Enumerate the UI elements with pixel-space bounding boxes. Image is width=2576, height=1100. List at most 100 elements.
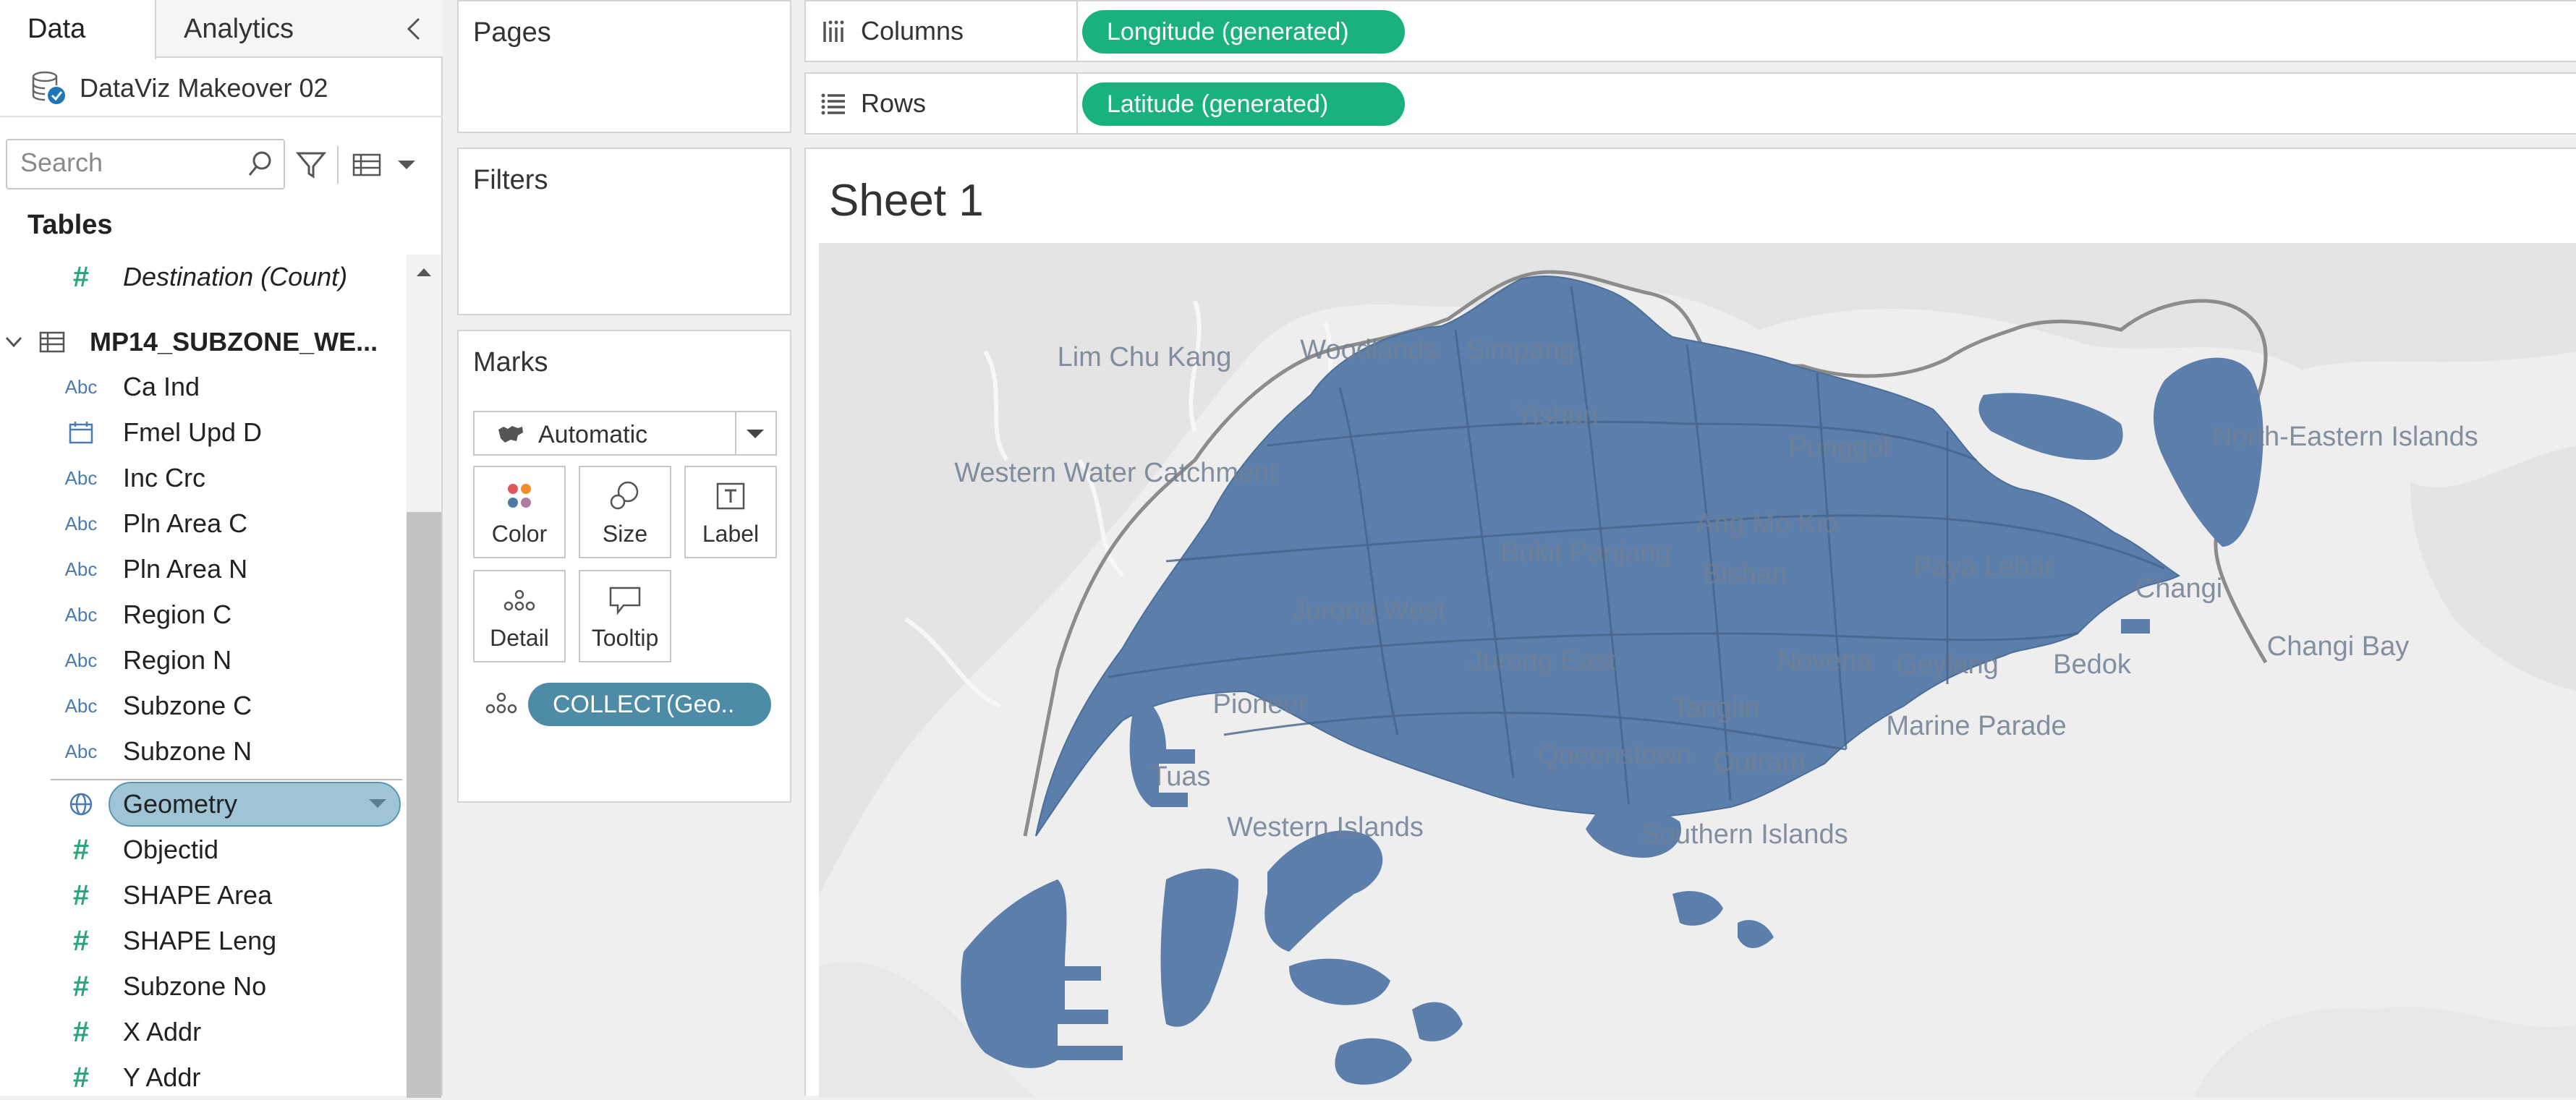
pages-shelf[interactable]: Pages xyxy=(457,0,791,133)
field-label: Fmel Upd D xyxy=(123,417,263,447)
toolbar-divider xyxy=(337,146,339,184)
field-objectid[interactable]: # Objectid xyxy=(0,827,405,872)
field-shape-leng[interactable]: # SHAPE Leng xyxy=(0,918,405,963)
collect-geometry-pill[interactable]: COLLECT(Geo.. xyxy=(528,683,771,726)
columns-icon xyxy=(823,20,844,42)
measure-number-icon: # xyxy=(72,970,90,1002)
map-label: Ang Mo Kio xyxy=(1696,508,1837,539)
scrollbar-thumb[interactable] xyxy=(407,512,441,1098)
detail-icon xyxy=(475,580,564,621)
label-label: Label xyxy=(702,521,760,547)
island-jurong-island xyxy=(1264,830,1383,952)
datasource-name: DataViz Makeover 02 xyxy=(80,73,328,103)
marks-size-button[interactable]: Size xyxy=(579,466,671,558)
filters-title: Filters xyxy=(473,165,548,195)
map-label: Bukit Panjang xyxy=(1501,537,1671,568)
measure-number-icon: # xyxy=(72,924,90,957)
field-geometry[interactable]: Geometry xyxy=(0,782,405,827)
marks-color-button[interactable]: Color xyxy=(473,466,566,558)
field-destination-count[interactable]: # Destination (Count) xyxy=(0,255,405,299)
collapse-pane-icon[interactable] xyxy=(392,0,435,58)
field-label: Region C xyxy=(123,600,232,629)
rows-icon xyxy=(821,93,845,115)
filter-icon[interactable] xyxy=(292,143,330,187)
string-type-icon: Abc xyxy=(64,740,98,762)
field-region-c[interactable]: Abc Region C xyxy=(0,592,405,637)
marks-card: Marks Automatic Color Size Label Detail xyxy=(457,330,791,803)
string-type-icon: Abc xyxy=(64,558,98,580)
field-inc-crc[interactable]: Abc Inc Crc xyxy=(0,456,405,500)
field-pln-area-n[interactable]: Abc Pln Area N xyxy=(0,547,405,592)
color-label: Color xyxy=(491,521,548,547)
tab-data[interactable]: Data xyxy=(0,0,156,59)
field-label: Region N xyxy=(123,645,232,675)
measure-number-icon: # xyxy=(72,1015,90,1048)
search-box[interactable] xyxy=(6,139,285,189)
map-label: Bishan xyxy=(1703,559,1787,589)
field-subzone-no[interactable]: # Subzone No xyxy=(0,964,405,1009)
datasource-row[interactable]: DataViz Makeover 02 xyxy=(0,61,443,117)
field-label: X Addr xyxy=(123,1017,202,1046)
field-subzone-c[interactable]: Abc Subzone C xyxy=(0,683,405,728)
measure-number-icon: # xyxy=(72,260,90,293)
shelf-divider xyxy=(1076,74,1078,135)
text-label-icon xyxy=(686,476,775,516)
filters-shelf[interactable]: Filters xyxy=(457,148,791,315)
map-label: Changi xyxy=(2135,574,2222,604)
map-mark-icon xyxy=(498,426,523,443)
table-header[interactable]: MP14_SUBZONE_WE... xyxy=(0,320,405,364)
columns-shelf[interactable]: Columns Longitude (generated) xyxy=(804,0,2576,62)
background-land-east xyxy=(2410,445,2576,691)
field-region-n[interactable]: Abc Region N xyxy=(0,638,405,683)
field-y-addr[interactable]: # Y Addr xyxy=(0,1055,405,1100)
mark-type-dropdown[interactable]: Automatic xyxy=(473,411,777,456)
island-pulau-ubin xyxy=(1978,393,2123,460)
field-subzone-n[interactable]: Abc Subzone N xyxy=(0,729,405,774)
map-label: Simpang xyxy=(1466,335,1575,365)
map-label: Outram xyxy=(1714,747,1806,777)
island-southern-3 xyxy=(1335,1038,1412,1085)
field-label: Objectid xyxy=(123,835,219,864)
sheet-title[interactable]: Sheet 1 xyxy=(829,175,984,226)
view-dropdown-icon[interactable] xyxy=(391,143,422,187)
data-pane: Data Analytics DataViz Makeover 02 Searc… xyxy=(0,0,443,1098)
island-pulau-tekong xyxy=(2154,357,2263,547)
map-canvas[interactable]: Lim Chu Kang Woodlands Simpang Yishun Pu… xyxy=(819,243,2576,1097)
view-list-icon[interactable] xyxy=(349,143,385,187)
field-x-addr[interactable]: # X Addr xyxy=(0,1010,405,1054)
background-land-south xyxy=(2193,1006,2576,1097)
field-shape-area[interactable]: # SHAPE Area xyxy=(0,873,405,918)
field-ca-ind[interactable]: Abc Ca Ind xyxy=(0,364,405,409)
string-type-icon: Abc xyxy=(64,375,98,398)
rows-shelf[interactable]: Rows Latitude (generated) xyxy=(804,72,2576,135)
field-label: Destination (Count) xyxy=(123,262,348,291)
map-label: Jurong West xyxy=(1292,595,1446,626)
longitude-pill[interactable]: Longitude (generated) xyxy=(1082,10,1405,54)
island-southern-4 xyxy=(1672,891,1723,926)
marks-tooltip-button[interactable]: Tooltip xyxy=(579,570,671,662)
map-label: Novena xyxy=(1777,646,1873,676)
island-southern-1 xyxy=(1289,958,1390,1005)
field-pln-area-c[interactable]: Abc Pln Area C xyxy=(0,501,405,546)
field-label: Pln Area N xyxy=(123,554,248,584)
field-label: Subzone No xyxy=(123,971,267,1001)
scroll-up-arrow-icon[interactable] xyxy=(407,255,441,289)
island-western xyxy=(1160,869,1238,1027)
latitude-pill[interactable]: Latitude (generated) xyxy=(1082,82,1405,126)
detail-encoding-icon xyxy=(485,692,517,714)
map-label: Tuas xyxy=(1150,762,1210,792)
field-label: SHAPE Area xyxy=(123,880,273,910)
field-fmel-upd-d[interactable]: Fmel Upd D xyxy=(0,410,405,455)
tab-analytics[interactable]: Analytics xyxy=(156,0,395,58)
marks-detail-button[interactable]: Detail xyxy=(473,570,566,662)
field-list-scrollbar[interactable] xyxy=(407,255,441,1098)
island-southern-5 xyxy=(1738,920,1774,948)
marks-title: Marks xyxy=(473,347,548,378)
side-tabbar: Data Analytics xyxy=(0,0,443,59)
mark-type-label: Automatic xyxy=(538,421,648,448)
marks-label-button[interactable]: Label xyxy=(684,466,777,558)
dropdown-caret-icon[interactable] xyxy=(747,430,764,438)
shelf-divider xyxy=(1076,1,1078,62)
map-label: Western Islands xyxy=(1227,812,1424,843)
search-input[interactable] xyxy=(19,140,236,185)
